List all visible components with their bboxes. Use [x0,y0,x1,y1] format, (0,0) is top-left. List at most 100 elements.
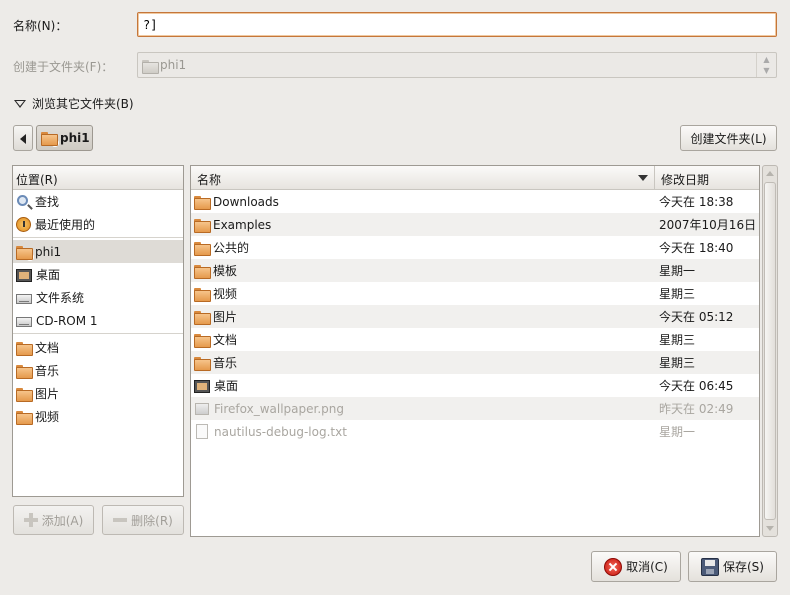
file-date: 星期三 [659,333,696,347]
file-name: 公共的 [213,241,250,255]
places-separator [13,237,183,238]
scrollbar-thumb[interactable] [764,182,776,520]
place-label: 音乐 [35,364,60,378]
add-bookmark-button: 添加(A) [13,505,94,535]
file-row[interactable]: 视频 星期三 [191,282,759,305]
folder-icon [194,264,211,279]
file-date: 星期三 [659,287,696,301]
browse-label: 浏览其它文件夹(B) [32,97,134,111]
text-file-icon [196,424,208,439]
place-item-documents[interactable]: 文档 [13,336,183,359]
place-item-music[interactable]: 音乐 [13,359,183,382]
file-row[interactable]: 图片 今天在 05:12 [191,305,759,328]
sort-descending-icon [638,175,648,181]
file-name: 图片 [213,310,238,324]
place-item-desktop[interactable]: 桌面 [13,263,183,286]
minus-icon [113,518,128,522]
folder-icon [16,364,33,379]
home-folder-icon [41,132,59,147]
path-back-button[interactable] [13,125,33,151]
place-item-search[interactable]: 查找 [13,190,183,213]
create-in-folder-value: phi1 [160,58,187,72]
cancel-icon [604,557,623,576]
name-input[interactable] [137,12,777,37]
file-date: 2007年10月16日 [659,218,757,232]
create-folder-label: 创建文件夹(L) [690,131,767,146]
file-row[interactable]: 文档 星期三 [191,328,759,351]
file-date: 星期一 [659,264,696,278]
home-folder-icon [16,245,34,261]
place-item-home[interactable]: phi1 [13,240,183,263]
folder-icon [194,356,211,371]
place-label: 桌面 [36,268,61,282]
file-row[interactable]: 桌面 今天在 06:45 [191,374,759,397]
image-file-icon [195,402,209,415]
recent-icon [16,217,31,232]
file-date: 今天在 18:38 [659,195,734,209]
place-item-videos[interactable]: 视频 [13,405,183,428]
left-arrow-icon [20,134,26,144]
folder-icon [194,333,211,348]
place-item-recent[interactable]: 最近使用的 [13,213,183,236]
column-header-modified[interactable]: 修改日期 [655,166,759,189]
folder-icon [16,341,33,356]
drive-icon [16,294,32,304]
search-icon [17,195,28,206]
file-date: 今天在 05:12 [659,310,734,324]
folder-icon [16,387,33,402]
folder-icon [16,410,33,425]
file-date: 今天在 18:40 [659,241,734,255]
place-label: CD-ROM 1 [36,313,98,328]
save-label: 保存(S) [723,560,764,574]
remove-label: 删除(R) [131,513,173,528]
places-separator [13,333,183,334]
file-name: 文档 [213,333,238,347]
path-button-phi1[interactable]: phi1 [36,125,93,151]
file-row[interactable]: Examples 2007年10月16日 [191,213,759,236]
file-name: 桌面 [214,379,239,393]
path-button-label: phi1 [60,131,90,145]
place-label: 最近使用的 [35,218,96,232]
place-item-filesystem[interactable]: 文件系统 [13,286,183,309]
scroll-up-icon [766,171,774,176]
file-name: 模板 [213,264,238,278]
save-icon [701,557,719,576]
save-button[interactable]: 保存(S) [688,551,777,582]
file-date: 昨天在 02:49 [659,402,734,416]
folder-icon [194,241,211,256]
file-name: 音乐 [213,356,238,370]
file-name: Examples [213,217,272,232]
file-row[interactable]: 音乐 星期三 [191,351,759,374]
create-in-folder-label: 创建于文件夹(F)： [13,60,114,74]
file-row[interactable]: 公共的 今天在 18:40 [191,236,759,259]
column-header-name[interactable]: 名称 [191,166,655,189]
file-row[interactable]: 模板 星期一 [191,259,759,282]
place-label: 视频 [35,410,60,424]
folder-icon [194,218,211,233]
folder-icon [194,287,211,302]
browse-other-folders-expander[interactable]: 浏览其它文件夹(B) [14,95,134,112]
places-header[interactable]: 位置(R) [13,166,183,190]
place-item-pictures[interactable]: 图片 [13,382,183,405]
cancel-button[interactable]: 取消(C) [591,551,681,582]
place-label: 图片 [35,387,60,401]
place-label: 文档 [35,341,60,355]
file-name: Firefox_wallpaper.png [214,401,345,416]
file-row[interactable]: Downloads 今天在 18:38 [191,190,759,213]
file-row[interactable]: Firefox_wallpaper.png 昨天在 02:49 [191,397,759,420]
places-panel: 位置(R) 查找 最近使用的 phi1 桌面 文件系统 CD-ROM 1 文档 … [12,165,184,497]
place-label: phi1 [35,244,62,259]
file-name: 视频 [213,287,238,301]
file-name: Downloads [213,194,279,209]
file-row[interactable]: nautilus-debug-log.txt 星期一 [191,420,759,443]
file-list-scrollbar[interactable] [762,165,778,537]
desktop-icon [16,268,32,282]
cancel-label: 取消(C) [626,560,668,574]
remove-bookmark-button: 删除(R) [102,505,184,535]
name-label: 名称(N)： [13,19,68,33]
plus-icon [23,513,38,527]
place-label: 文件系统 [36,291,85,305]
place-item-cdrom[interactable]: CD-ROM 1 [13,309,183,332]
create-folder-button[interactable]: 创建文件夹(L) [680,125,777,151]
create-in-folder-combo: phi1 ▲ ▼ [137,52,777,78]
